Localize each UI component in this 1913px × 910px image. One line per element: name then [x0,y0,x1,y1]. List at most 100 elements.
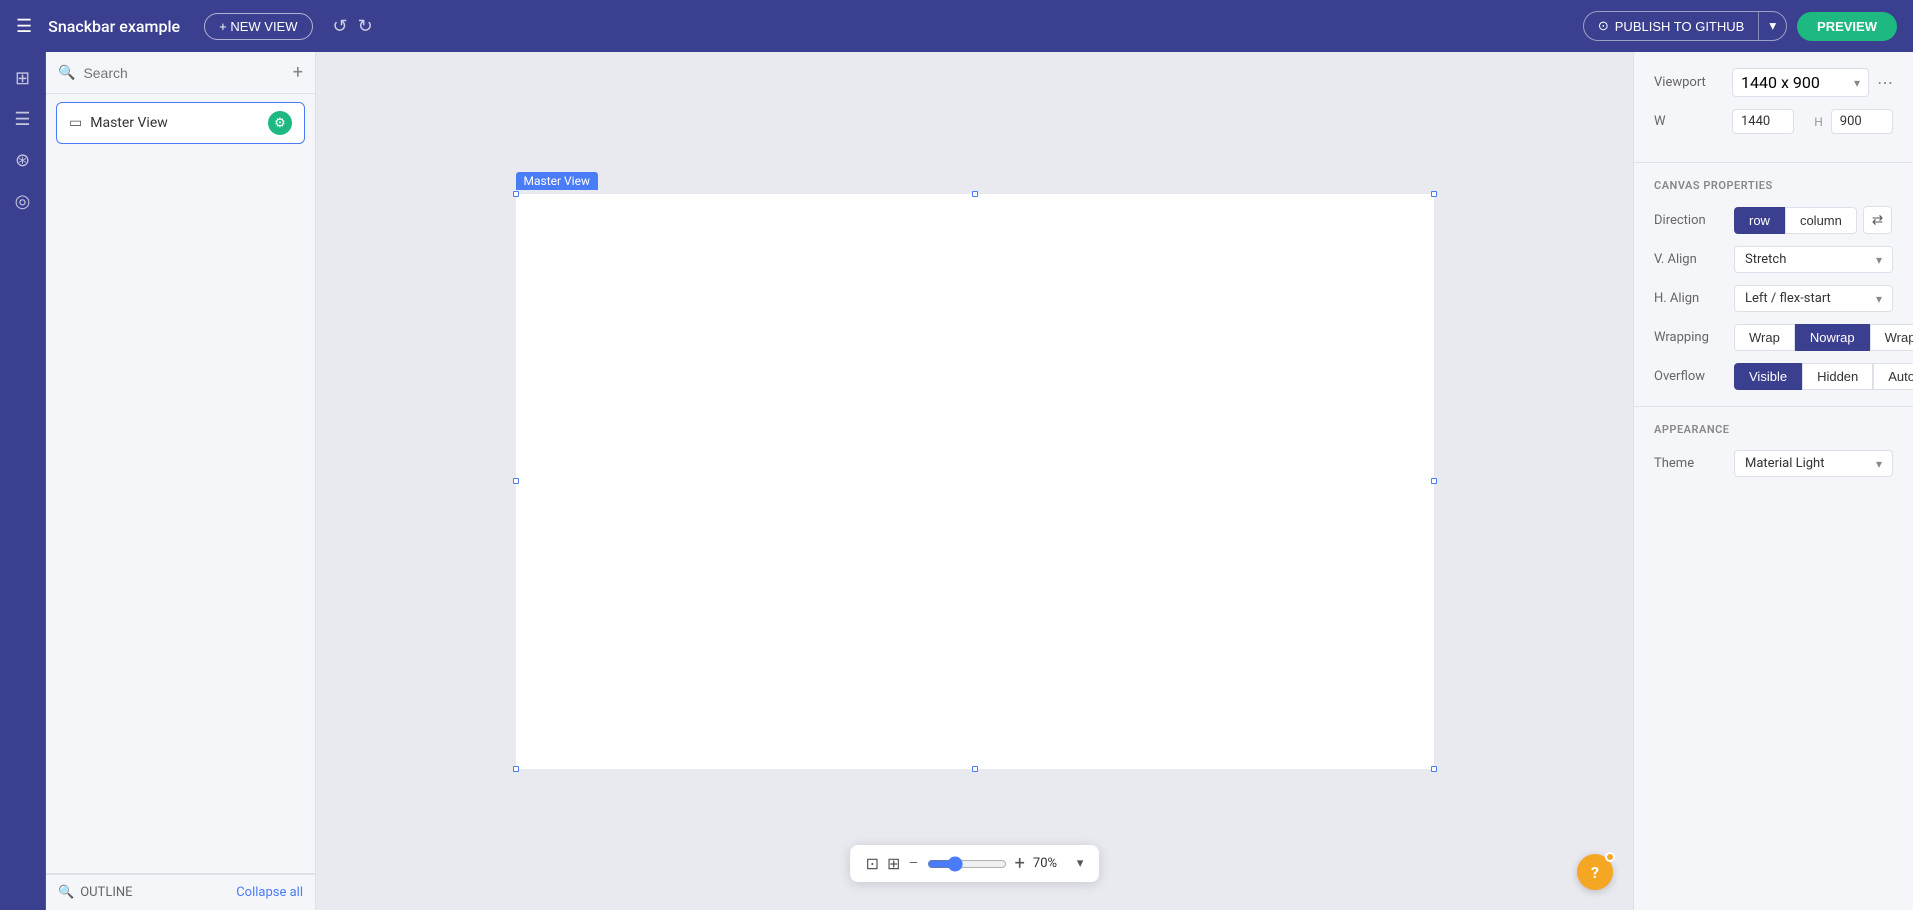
layers-panel: 🔍 + ▭ Master View ⚙ 🔍 OUTLINE Collapse a… [46,52,316,910]
handle-top-left[interactable] [513,191,519,197]
nowrap-button[interactable]: Nowrap [1795,324,1870,351]
halign-row: H. Align Left / flex-start ▾ [1654,285,1893,312]
handle-bottom-left[interactable] [513,766,519,772]
hidden-button[interactable]: Hidden [1802,363,1873,390]
halign-chevron: ▾ [1876,292,1882,306]
publish-dropdown-button[interactable]: ▾ [1758,12,1786,40]
collapse-all-link[interactable]: Collapse all [236,885,303,900]
menu-icon[interactable]: ☰ [16,16,32,37]
layers-empty-space [46,152,315,873]
database-icon[interactable]: ⊛ [15,150,30,171]
row-button[interactable]: row [1734,207,1785,234]
handle-left-mid[interactable] [513,478,519,484]
wrap-button[interactable]: Wrap [1734,324,1795,351]
viewport-chevron: ▾ [1854,76,1860,90]
help-icon: ? [1591,863,1599,882]
zoom-slider[interactable] [927,856,1007,872]
main-layout: ⊞ ☰ ⊛ ◎ 🔍 + ▭ Master View ⚙ 🔍 OUTLINE Co… [0,52,1913,910]
overflow-group: Visible Hidden Auto [1734,363,1913,390]
redo-icon[interactable]: ↻ [358,16,373,37]
wrapping-label: Wrapping [1654,330,1734,345]
undo-icon[interactable]: ↺ [333,16,348,37]
wrapre-button[interactable]: WrapRe... [1870,324,1913,351]
canvas-area[interactable]: Master View ⊡ ⊞ − + 70% ▾ ? [316,52,1633,910]
theme-select[interactable]: Material Light ▾ [1734,450,1893,477]
icon-sidebar: ⊞ ☰ ⊛ ◎ [0,52,46,910]
topbar-right: ⊙ PUBLISH TO GITHUB ▾ PREVIEW [1583,11,1897,41]
width-field[interactable]: 1440 [1732,109,1794,134]
column-button[interactable]: column [1785,207,1857,234]
overflow-row: Overflow Visible Hidden Auto [1654,363,1893,390]
appearance-section: APPEARANCE Theme Material Light ▾ [1634,407,1913,493]
help-notification-dot [1605,852,1615,862]
zoom-fill-icon[interactable]: ⊞ [887,854,900,873]
auto-button[interactable]: Auto [1873,363,1913,390]
canvas-properties-section: CANVAS PROPERTIES Direction row column ⇄… [1634,163,1913,407]
outline-bar: 🔍 OUTLINE Collapse all [46,874,315,910]
handle-top-right[interactable] [1431,191,1437,197]
search-bar: 🔍 + [46,52,315,94]
dimensions-row: W 1440 H 900 [1654,109,1893,134]
preview-button[interactable]: PREVIEW [1797,12,1897,41]
zoom-out-button[interactable]: − [908,853,918,874]
viewport-select[interactable]: 1440 x 900 ▾ [1732,68,1869,97]
h-label: H [1814,115,1823,129]
theme-chevron: ▾ [1876,457,1882,471]
right-panel: Viewport 1440 x 900 ▾ ⋯ W 1440 H 900 CA [1633,52,1913,910]
visible-button[interactable]: Visible [1734,363,1802,390]
direction-row: Direction row column ⇄ [1654,206,1893,234]
direction-label: Direction [1654,213,1734,228]
valign-row: V. Align Stretch ▾ [1654,246,1893,273]
outline-label: 🔍 OUTLINE [58,885,133,900]
zoom-value-display: 70% [1033,856,1069,871]
viewport-section: Viewport 1440 x 900 ▾ ⋯ W 1440 H 900 [1634,52,1913,163]
publish-button-group: ⊙ PUBLISH TO GITHUB ▾ [1583,11,1787,41]
w-label: W [1654,114,1724,129]
master-view-settings-icon[interactable]: ⚙ [268,111,292,135]
wrapping-group: Wrap Nowrap WrapRe... [1734,324,1913,351]
master-view-icon: ▭ [69,115,82,131]
viewport-row: Viewport 1440 x 900 ▾ ⋯ [1654,68,1893,97]
canvas-properties-title: CANVAS PROPERTIES [1654,179,1893,192]
theme-label: Theme [1654,456,1734,471]
help-button[interactable]: ? [1577,854,1613,890]
viewport-more-icon[interactable]: ⋯ [1877,73,1893,92]
handle-bottom-mid[interactable] [972,766,978,772]
grid-icon[interactable]: ⊞ [15,68,30,89]
handle-bottom-right[interactable] [1431,766,1437,772]
search-input[interactable] [83,65,284,81]
layers-icon[interactable]: ☰ [14,109,30,130]
topbar-actions: ↺ ↻ [333,16,373,37]
handle-top-mid[interactable] [972,191,978,197]
halign-select[interactable]: Left / flex-start ▾ [1734,285,1893,312]
valign-select[interactable]: Stretch ▾ [1734,246,1893,273]
halign-label: H. Align [1654,291,1734,306]
canvas-frame-label: Master View [516,172,598,190]
publish-to-github-button[interactable]: ⊙ PUBLISH TO GITHUB [1584,12,1758,40]
swap-button[interactable]: ⇄ [1863,206,1892,234]
theme-icon[interactable]: ◎ [15,191,31,212]
theme-row: Theme Material Light ▾ [1654,450,1893,477]
zoom-dropdown-chevron[interactable]: ▾ [1077,856,1084,871]
overflow-label: Overflow [1654,369,1734,384]
search-icon: 🔍 [58,65,75,81]
new-view-button[interactable]: + NEW VIEW [204,13,312,40]
zoom-in-button[interactable]: + [1015,853,1025,874]
master-view-label: Master View [90,115,260,131]
zoom-fit-icon[interactable]: ⊡ [866,854,879,873]
outline-search-icon: 🔍 [58,885,74,900]
zoom-bar: ⊡ ⊞ − + 70% ▾ [850,845,1100,882]
valign-label: V. Align [1654,252,1734,267]
topbar: ☰ Snackbar example + NEW VIEW ↺ ↻ ⊙ PUBL… [0,0,1913,52]
canvas-frame[interactable]: Master View [516,194,1434,769]
github-icon: ⊙ [1598,18,1609,34]
direction-group: row column [1734,207,1857,234]
handle-right-mid[interactable] [1431,478,1437,484]
valign-chevron: ▾ [1876,253,1882,267]
height-field[interactable]: 900 [1831,109,1893,134]
master-view-item[interactable]: ▭ Master View ⚙ [56,102,305,144]
viewport-label: Viewport [1654,75,1724,90]
wrapping-row: Wrapping Wrap Nowrap WrapRe... [1654,324,1893,351]
appearance-title: APPEARANCE [1654,423,1893,436]
add-layer-icon[interactable]: + [293,62,303,83]
